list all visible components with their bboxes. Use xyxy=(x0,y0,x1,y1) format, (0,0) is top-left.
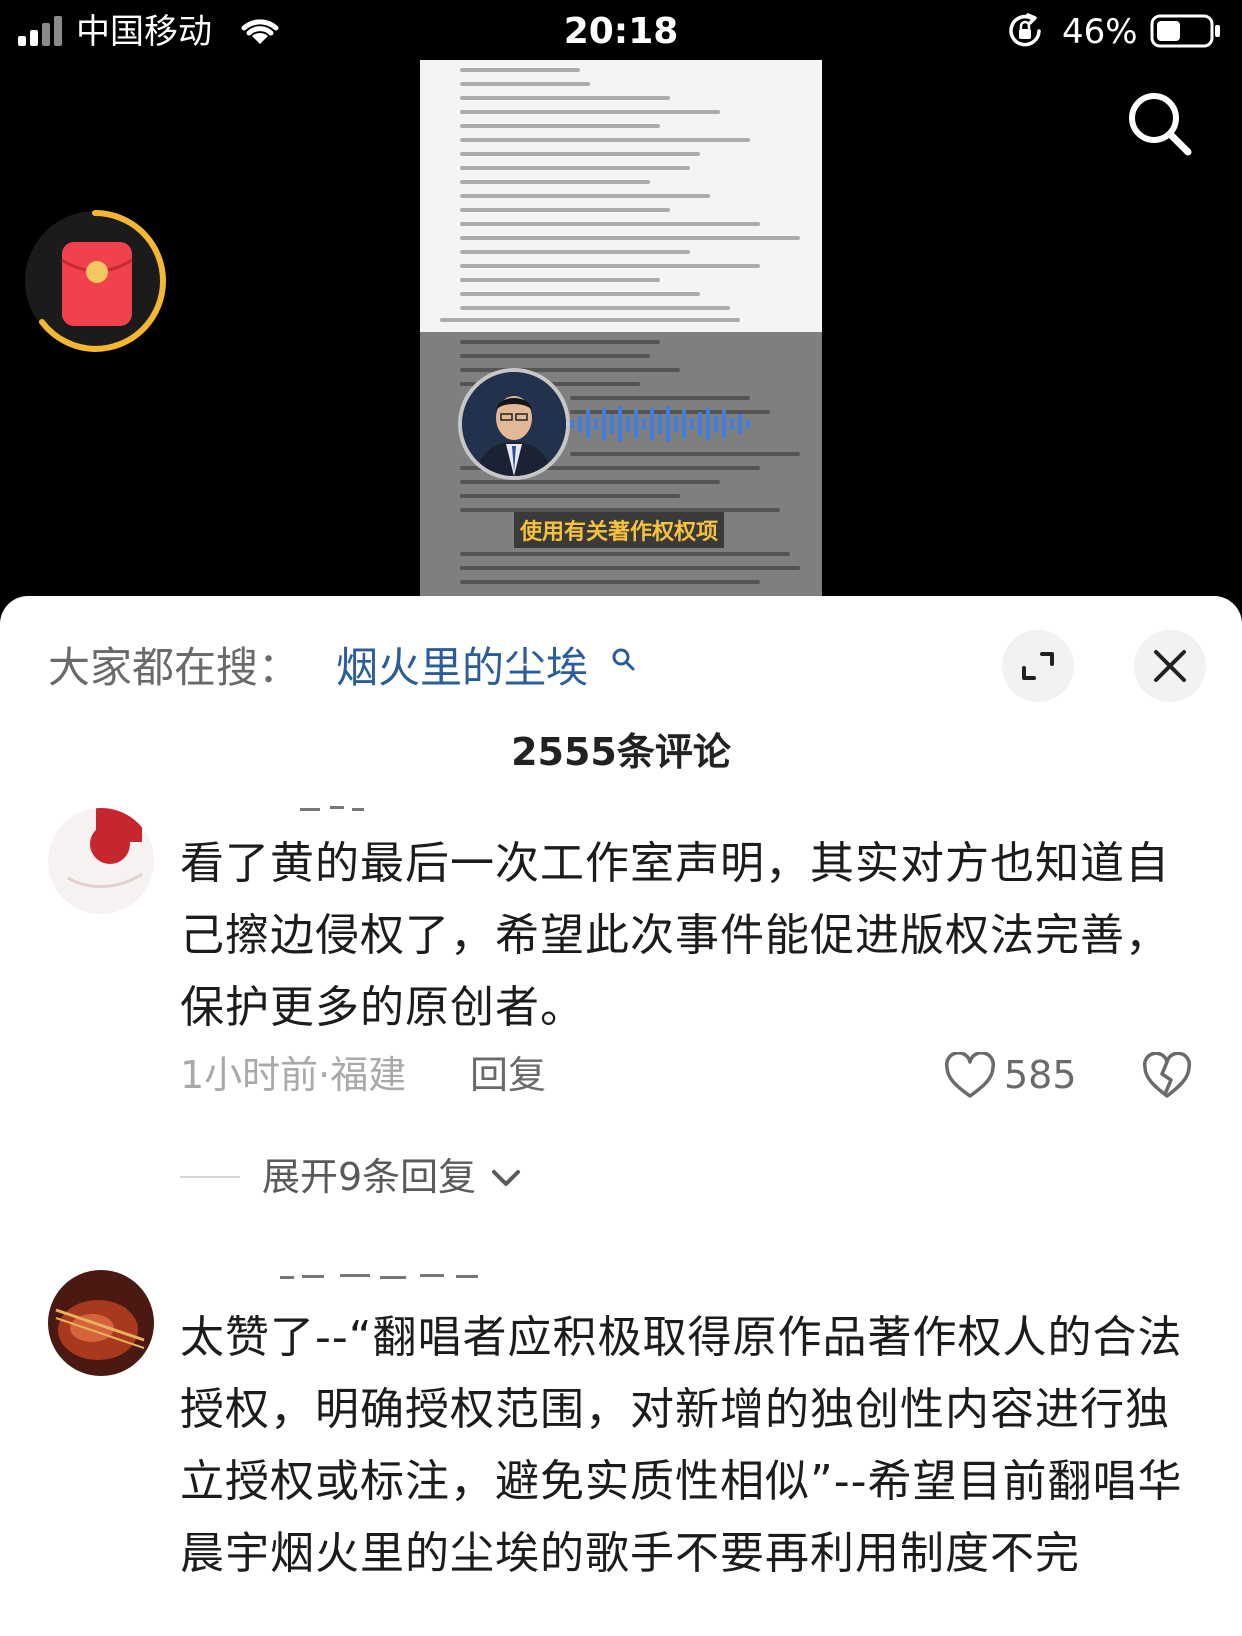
comment-sheet: 大家都在搜： 烟火里的尘埃 2555条评论 看了黄的最后一次工作室声明，其实对方… xyxy=(0,596,1242,1636)
avatar[interactable] xyxy=(48,808,154,914)
divider xyxy=(180,1176,240,1178)
close-button[interactable] xyxy=(1134,630,1206,702)
username-cut xyxy=(300,806,364,811)
battery-percent: 46% xyxy=(1062,12,1138,52)
comment-text: 太赞了--“翻唱者应积极取得原作品著作权人的合法授权，明确授权范围，对新增的独创… xyxy=(180,1312,1183,1579)
search-small-icon xyxy=(612,648,635,671)
speaker-avatar xyxy=(458,368,570,480)
clock: 20:18 xyxy=(563,11,679,52)
comment-count: 2555条评论 xyxy=(511,730,731,774)
video-subtitle: 使用有关著作权权项 xyxy=(514,512,725,548)
close-icon xyxy=(1154,650,1186,682)
expand-icon xyxy=(1022,652,1054,680)
expand-replies-button[interactable]: 展开9条回复 xyxy=(262,1152,476,1202)
video-player[interactable]: 使用有关著作权权项 xyxy=(420,60,822,596)
comment-text: 看了黄的最后一次工作室声明，其实对方也知道自己擦边侵权了，希望此次事件能促进版权… xyxy=(180,838,1170,1033)
audio-waveform xyxy=(570,406,750,442)
broken-heart-icon[interactable] xyxy=(1142,1052,1192,1100)
reply-button[interactable]: 回复 xyxy=(470,1050,546,1100)
battery-icon xyxy=(1150,14,1220,48)
rotation-lock-icon xyxy=(1009,13,1041,47)
chevron-down-icon xyxy=(492,1170,520,1186)
red-packet-icon[interactable] xyxy=(22,208,168,354)
hot-search-label: 大家都在搜： xyxy=(48,643,301,692)
status-bar: 中国移动 20:18 46% xyxy=(0,0,1242,64)
expand-button[interactable] xyxy=(1002,630,1074,702)
heart-icon[interactable] xyxy=(944,1052,996,1100)
like-count: 585 xyxy=(1004,1053,1077,1097)
avatar[interactable] xyxy=(48,1270,154,1376)
username-cut xyxy=(280,1274,478,1279)
hot-search-term[interactable]: 烟火里的尘埃 xyxy=(336,640,588,696)
comment-meta: 1小时前·福建 xyxy=(180,1053,407,1097)
search-icon[interactable] xyxy=(1124,88,1194,158)
